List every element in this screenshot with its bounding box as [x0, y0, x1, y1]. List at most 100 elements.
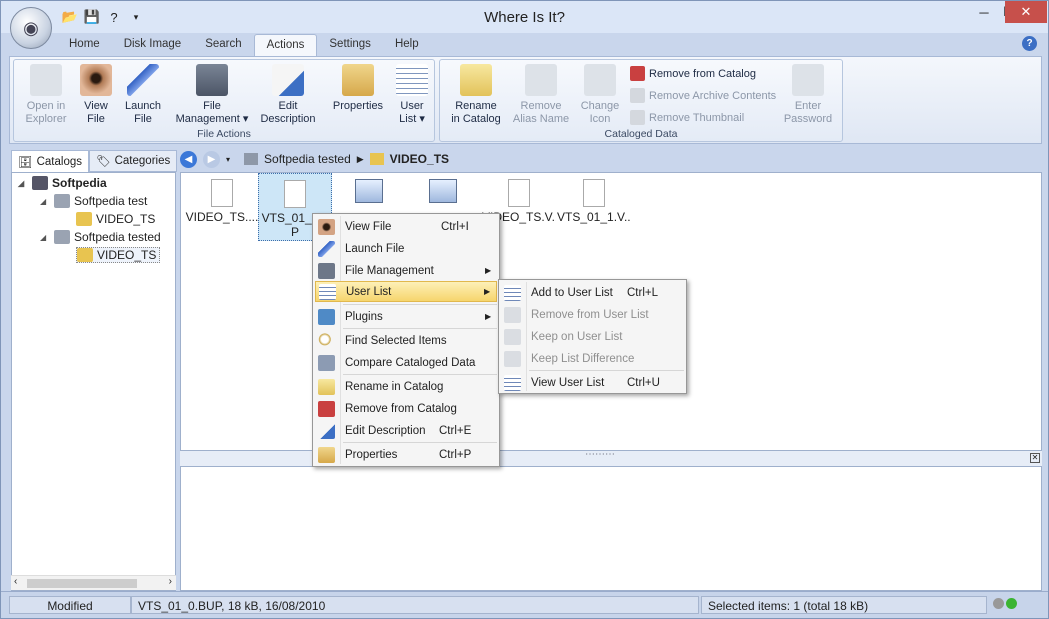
find-icon [318, 332, 335, 349]
nav-dropdown-icon[interactable]: ▾ [226, 155, 230, 164]
catalog-tree: ◢ Softpedia ◢ Softpedia test VIDEO_TS ◢ Sof… [11, 172, 176, 591]
collapse-icon[interactable]: ◢ [40, 233, 50, 242]
open-in-explorer-button[interactable]: Open in Explorer [20, 64, 72, 126]
menu-item-keep-on-user-list[interactable]: Keep on User List [501, 326, 684, 347]
status-bar: Modified VTS_01_0.BUP, 18 kB, 16/08/2010… [1, 591, 1048, 618]
enter-password-button[interactable]: Enter Password [780, 64, 836, 126]
file-item[interactable]: VIDEO_TS.... [185, 173, 259, 241]
menu-item-remove-from-catalog[interactable]: Remove from Catalog [315, 398, 497, 419]
remove-thumbnail-icon [630, 110, 645, 125]
scrollbar-thumb[interactable] [27, 579, 137, 588]
breadcrumb-softpedia-tested[interactable]: Softpedia tested [264, 152, 351, 166]
window-title: Where Is It? [484, 9, 565, 26]
menu-item-find-selected-items[interactable]: Find Selected Items [315, 330, 497, 351]
menu-item-properties[interactable]: Properties Ctrl+P [315, 444, 497, 465]
launch-file-button[interactable]: Launch File [120, 64, 166, 126]
tab-actions[interactable]: Actions [253, 34, 318, 56]
password-icon [792, 64, 824, 96]
menu-item-compare-cataloged-data[interactable]: Compare Cataloged Data [315, 352, 497, 373]
title-bar: 📂 💾 ? ▾ Where Is It? ─ ☐ ✕ [1, 1, 1048, 33]
back-icon[interactable]: ◀ [180, 150, 197, 168]
menu-item-rename-in-catalog[interactable]: Rename in Catalog [315, 376, 497, 397]
remove-alias-name-button[interactable]: Remove Alias Name [512, 64, 570, 126]
document-icon [583, 179, 605, 207]
tree-node-softpedia[interactable]: ◢ Softpedia [18, 176, 107, 190]
menu-item-file-management[interactable]: File Management ▶ [315, 260, 497, 281]
open-in-explorer-icon [30, 64, 62, 96]
remove-archive-contents-button[interactable]: Remove Archive Contents [630, 88, 776, 103]
tree-scrollbar[interactable]: ‹ › [11, 575, 176, 590]
keep-difference-icon [504, 350, 521, 367]
menu-item-add-to-user-list[interactable]: Add to User List Ctrl+L [501, 282, 684, 303]
submenu-arrow-icon: ▶ [484, 287, 491, 296]
status-file-info: VTS_01_0.BUP, 18 kB, 16/08/2010 [131, 596, 699, 614]
tab-home[interactable]: Home [57, 34, 112, 56]
tab-categories[interactable]: 🏷 Categories [89, 150, 178, 172]
collapse-icon[interactable]: ◢ [18, 179, 28, 188]
breadcrumb-separator-icon[interactable]: ▶ [357, 154, 364, 165]
folder-icon [76, 212, 92, 226]
app-logo-icon: ◉ [23, 17, 39, 38]
file-item[interactable]: VTS_01_1.V... [557, 173, 631, 241]
remove-thumbnail-button[interactable]: Remove Thumbnail [630, 110, 744, 125]
user-list-button[interactable]: User List ▾ [394, 64, 430, 126]
ribbon: Open in Explorer View File Launch File F… [9, 56, 1042, 144]
folder-icon [77, 248, 93, 262]
properties-button[interactable]: Properties [330, 64, 386, 113]
scroll-left-icon[interactable]: ‹ [14, 576, 17, 587]
image-file-icon [429, 179, 457, 203]
view-file-button[interactable]: View File [74, 64, 118, 126]
rocket-icon [318, 240, 335, 257]
menu-item-plugins[interactable]: Plugins ▶ [315, 306, 497, 327]
rename-in-catalog-button[interactable]: Rename in Catalog [448, 64, 504, 126]
tab-search[interactable]: Search [193, 34, 253, 56]
menu-item-view-file[interactable]: View File Ctrl+I [315, 216, 497, 237]
remove-catalog-icon [630, 66, 645, 81]
tree-node-softpedia-tested[interactable]: ◢ Softpedia tested [40, 230, 161, 244]
edit-description-icon [272, 64, 304, 96]
status-indicator-icon [1006, 598, 1017, 609]
remove-archive-icon [630, 88, 645, 103]
remove-from-catalog-small-button[interactable]: Remove from Catalog [630, 66, 756, 81]
tree-node-video-ts-1[interactable]: VIDEO_TS [76, 212, 155, 226]
menu-item-launch-file[interactable]: Launch File [315, 238, 497, 259]
close-icon[interactable]: ✕ [1005, 1, 1047, 23]
close-pane-icon[interactable]: ✕ [1030, 453, 1040, 463]
edit-description-button[interactable]: Edit Description [259, 64, 317, 126]
file-management-icon [318, 262, 335, 279]
change-icon-icon [584, 64, 616, 96]
collapse-icon[interactable]: ◢ [40, 197, 50, 206]
tab-settings[interactable]: Settings [317, 34, 383, 56]
scroll-right-icon[interactable]: › [169, 576, 172, 587]
tree-node-video-ts-2[interactable]: VIDEO_TS [76, 247, 161, 263]
file-management-button[interactable]: File Management ▾ [172, 64, 252, 126]
forward-icon[interactable]: ▶ [203, 150, 220, 168]
application-menu-button[interactable]: ◉ [10, 7, 52, 49]
view-user-list-icon [504, 374, 521, 391]
description-pane[interactable] [180, 466, 1042, 591]
tab-catalogs[interactable]: 🗄 Catalogs [11, 150, 89, 172]
tab-help[interactable]: Help [383, 34, 431, 56]
document-icon [211, 179, 233, 207]
change-icon-button[interactable]: Change Icon [577, 64, 623, 126]
menu-item-edit-description[interactable]: Edit Description Ctrl+E [315, 420, 497, 441]
menu-separator [343, 304, 497, 305]
pane-splitter[interactable]: ⋯⋯⋯ ✕ [180, 449, 1042, 466]
ribbon-tabs: Home Disk Image Search Actions Settings … [57, 34, 431, 56]
menu-item-view-user-list[interactable]: View User List Ctrl+U [501, 372, 684, 393]
menu-separator [343, 328, 497, 329]
tree-node-softpedia-test[interactable]: ◢ Softpedia test [40, 194, 147, 208]
tab-disk-image[interactable]: Disk Image [112, 34, 194, 56]
remove-alias-icon [525, 64, 557, 96]
rename-icon [318, 378, 335, 395]
menu-item-remove-from-user-list[interactable]: Remove from User List [501, 304, 684, 325]
splitter-grip-icon[interactable]: ⋯⋯⋯ [585, 449, 615, 460]
remove-catalog-icon [318, 400, 335, 417]
breadcrumb-video-ts[interactable]: VIDEO_TS [390, 152, 449, 166]
menu-item-keep-list-difference[interactable]: Keep List Difference [501, 348, 684, 369]
help-icon[interactable]: ? [1022, 36, 1037, 51]
menu-item-user-list[interactable]: User List ▶ [315, 281, 497, 302]
rename-icon [460, 64, 492, 96]
status-mode: Modified [9, 596, 131, 614]
minimize-icon[interactable]: ─ [971, 1, 997, 23]
